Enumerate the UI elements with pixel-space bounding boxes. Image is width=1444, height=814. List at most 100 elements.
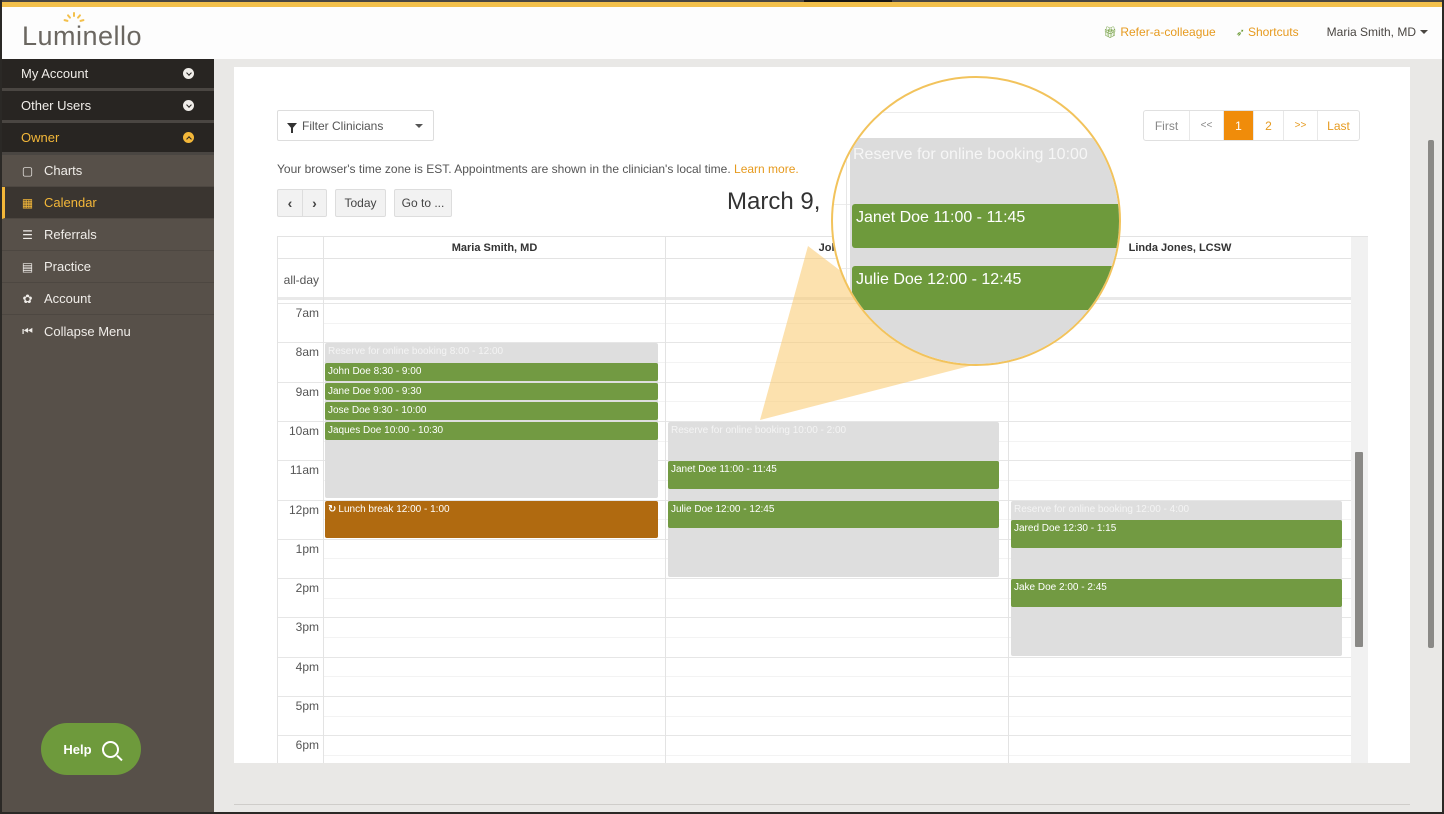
appointment-event[interactable]: John Doe 8:30 - 9:00 <box>325 362 658 381</box>
calendar-nav: ‹ › Today Go to ... <box>277 189 452 217</box>
prev-day-button[interactable]: ‹ <box>277 189 302 217</box>
chevron-up-icon <box>183 132 194 143</box>
magnified-event: Julie Doe 12:00 - 12:45 <box>852 266 1119 310</box>
sidebar-item-account[interactable]: ✿ Account <box>2 283 214 315</box>
chevron-down-icon <box>183 68 194 79</box>
appointment-event[interactable]: Janet Doe 11:00 - 11:45 <box>668 461 999 489</box>
user-name: Maria Smith, MD <box>1326 25 1416 39</box>
allday-row: all-day <box>278 259 1351 300</box>
sidebar-item-label: Collapse Menu <box>44 323 131 339</box>
app-window: Luminello 🎁︎ Refer-a-colleague ➶ Shortcu… <box>2 0 1442 812</box>
hour-label: 12pm <box>288 502 319 517</box>
pager-first[interactable]: First <box>1144 111 1190 140</box>
hour-label: 2pm <box>295 581 319 596</box>
help-label: Help <box>63 741 92 757</box>
gear-icon: ✿ <box>22 291 33 306</box>
next-day-button[interactable]: › <box>302 189 327 217</box>
appointment-event[interactable]: Jaques Doe 10:00 - 10:30 <box>325 421 658 440</box>
hour-row[interactable] <box>278 735 1351 763</box>
page-scrollbar-thumb[interactable] <box>1428 140 1434 648</box>
hour-label: 6pm <box>295 738 319 753</box>
pager-next[interactable]: >> <box>1284 111 1318 140</box>
chevron-right-icon: › <box>312 195 317 211</box>
appointment-event[interactable]: Jane Doe 9:00 - 9:30 <box>325 382 658 401</box>
event-label: Reserve for online booking 8:00 - 12:00 <box>328 346 504 358</box>
hour-label: 7am <box>295 306 319 320</box>
hour-label: 4pm <box>295 659 319 674</box>
calendar-icon: ▦ <box>21 195 34 210</box>
magnified-reserve-label: Reserve for online booking 10:00 <box>853 146 1088 163</box>
sidebar-item-practice[interactable]: ▤ Practice <box>2 251 214 283</box>
collapse-icon: ⏮ <box>22 323 33 338</box>
magnified-event: Janet Doe 11:00 - 11:45 <box>852 204 1119 248</box>
top-bar: Luminello 🎁︎ Refer-a-colleague ➶ Shortcu… <box>2 2 1442 59</box>
date-title: March 9, <box>727 188 821 215</box>
calendar-card: Filter Clinicians Your browser's time zo… <box>234 67 1410 763</box>
event-label: Julie Doe 12:00 - 12:45 <box>671 503 775 515</box>
clipboard-icon: ▢ <box>21 163 34 178</box>
logo[interactable]: Luminello <box>22 12 143 52</box>
event-label: Jose Doe 9:30 - 10:00 <box>328 405 427 417</box>
sidebar-item-label: Calendar <box>44 195 97 210</box>
appointment-event[interactable]: Jake Doe 2:00 - 2:45 <box>1011 579 1342 607</box>
refer-a-colleague-link[interactable]: 🎁︎ Refer-a-colleague <box>1103 25 1215 39</box>
caret-down-icon <box>415 123 423 128</box>
pagination: First << 1 2 >> Last <box>1143 110 1360 141</box>
event-label: Jared Doe 12:30 - 1:15 <box>1014 523 1117 535</box>
calendar-header-row: Maria Smith, MD John S Linda Jones, LCSW <box>278 237 1351 259</box>
column-header[interactable]: Maria Smith, MD <box>323 237 665 259</box>
group-label: Other Users <box>21 98 92 113</box>
sidebar-item-charts[interactable]: ▢ Charts <box>2 155 214 187</box>
sidebar-item-collapse-menu[interactable]: ⏮ Collapse Menu <box>2 315 214 347</box>
hour-label: 3pm <box>295 620 319 635</box>
sidebar-group-my-account[interactable]: My Account <box>2 59 214 91</box>
sidebar-item-label: Referrals <box>44 227 97 242</box>
reserve-block[interactable]: Reserve for online booking 10:00 - 2:00 <box>668 421 999 578</box>
sidebar-group-other-users[interactable]: Other Users <box>2 91 214 123</box>
chevron-left-icon: ‹ <box>287 195 293 211</box>
lunch-event[interactable]: ↻ Lunch break 12:00 - 1:00 <box>325 500 658 538</box>
sidebar-item-calendar[interactable]: ▦ Calendar <box>2 187 214 219</box>
footer-divider <box>234 804 1410 805</box>
logo-text: Luminello <box>22 21 143 51</box>
timezone-text: Your browser's time zone is EST. Appoint… <box>277 162 731 176</box>
sidebar-group-owner[interactable]: Owner <box>2 123 214 155</box>
appointment-event[interactable]: Jose Doe 9:30 - 10:00 <box>325 402 658 420</box>
hour-label: 9am <box>295 384 319 399</box>
filter-label: Filter Clinicians <box>302 118 384 133</box>
newspaper-icon: ▤ <box>21 259 34 274</box>
hour-label: 10am <box>288 423 319 438</box>
calendar-scrollbar-thumb[interactable] <box>1355 452 1363 647</box>
hour-label: 5pm <box>295 699 319 713</box>
event-label: Jaques Doe 10:00 - 10:30 <box>328 424 444 436</box>
event-label: Janet Doe 11:00 - 11:45 <box>671 464 777 476</box>
shortcuts-label: Shortcuts <box>1247 25 1299 39</box>
hour-label: 1pm <box>295 541 319 556</box>
pager-prev[interactable]: << <box>1190 111 1224 140</box>
list-icon: ☰ <box>22 227 33 242</box>
user-menu[interactable]: Maria Smith, MD <box>1327 25 1428 39</box>
event-label: Reserve for online booking 10:00 - 2:00 <box>671 424 847 436</box>
sidebar-item-label: Charts <box>44 163 83 178</box>
event-label: Reserve for online booking 12:00 - 4:00 <box>1014 503 1190 515</box>
allday-label: all-day <box>283 272 319 287</box>
sidebar-item-referrals[interactable]: ☰ Referrals <box>2 219 214 251</box>
pager-page-2[interactable]: 2 <box>1254 111 1284 140</box>
filter-clinicians-dropdown[interactable]: Filter Clinicians <box>277 110 434 141</box>
event-label: John Doe 8:30 - 9:00 <box>328 365 422 377</box>
rocket-icon: ➶ <box>1235 26 1245 39</box>
recurring-icon: ↻ <box>328 503 337 515</box>
help-button[interactable]: Help <box>41 723 141 775</box>
appointment-event[interactable]: Julie Doe 12:00 - 12:45 <box>668 500 999 528</box>
pager-page-1[interactable]: 1 <box>1224 111 1254 140</box>
timezone-note: Your browser's time zone is EST. Appoint… <box>277 162 799 176</box>
pager-last[interactable]: Last <box>1318 111 1359 140</box>
shortcuts-link[interactable]: ➶ Shortcuts <box>1236 25 1299 39</box>
group-label: Owner <box>21 130 60 145</box>
goto-button[interactable]: Go to ... <box>394 189 452 217</box>
sun-icon <box>63 12 85 23</box>
appointment-event[interactable]: Jared Doe 12:30 - 1:15 <box>1011 520 1342 548</box>
gift-icon: 🎁︎ <box>1103 26 1118 39</box>
today-button[interactable]: Today <box>335 189 386 217</box>
learn-more-link[interactable]: Learn more. <box>734 162 799 176</box>
